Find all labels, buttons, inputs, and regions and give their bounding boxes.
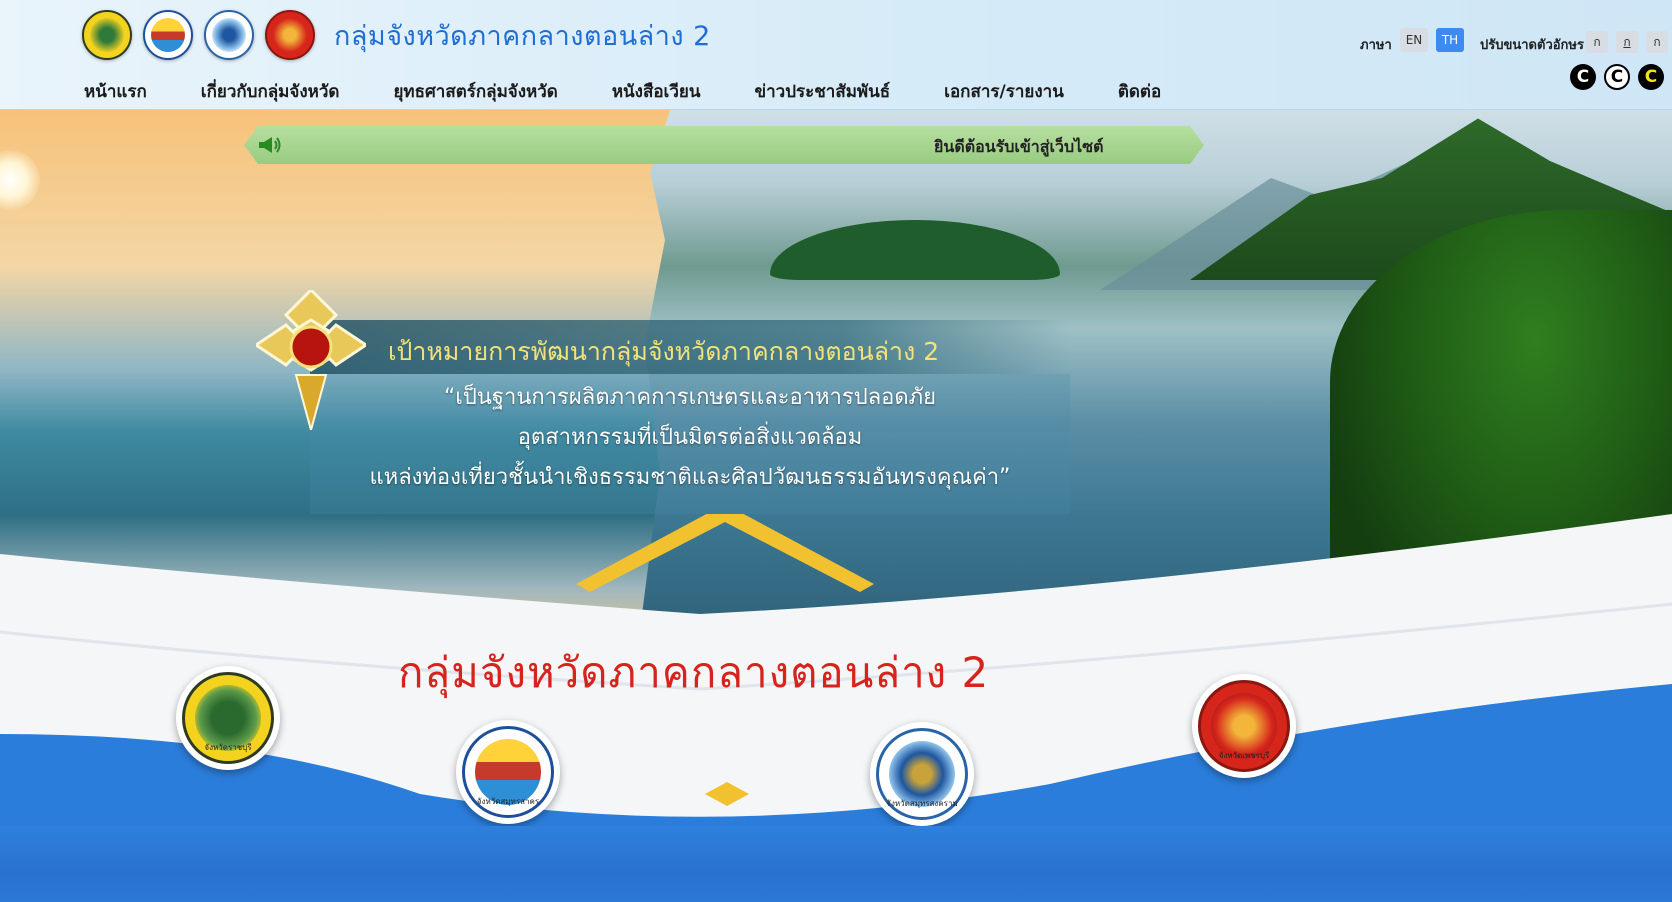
province-caption: จังหวัดเพชรบุรี <box>1218 751 1270 760</box>
vision-statement: “เป็นฐานการผลิตภาคการเกษตรและอาหารปลอดภั… <box>320 378 1060 498</box>
font-size-medium-button[interactable]: ก <box>1616 31 1638 53</box>
main-nav: หน้าแรก เกี่ยวกับกลุ่มจังหวัด ยุทธศาสตร์… <box>84 78 1161 105</box>
nav-item-home[interactable]: หน้าแรก <box>84 78 147 105</box>
province-ratchaburi-link[interactable]: จังหวัดราชบุรี <box>176 666 280 770</box>
lang-th-button[interactable]: TH <box>1436 28 1464 52</box>
phetchaburi-seal-icon <box>265 10 315 60</box>
ticker-text: ยินดีต้อนรับเข้าสู่เว็บไซต์ <box>934 137 1104 156</box>
announcement-ticker[interactable]: ยินดีต้อนรับเข้าสู่เว็บไซต์ <box>244 126 1204 164</box>
nav-item-news[interactable]: ข่าวประชาสัมพันธ์ <box>755 78 891 105</box>
nav-item-contact[interactable]: ติดต่อ <box>1118 78 1161 105</box>
province-caption: จังหวัดราชบุรี <box>204 743 252 752</box>
province-samut-sakhon-link[interactable]: จังหวัดสมุทรสาคร <box>456 720 560 824</box>
ratchaburi-seal-icon <box>82 10 132 60</box>
logo-group[interactable]: กลุ่มจังหวัดภาคกลางตอนล่าง 2 <box>82 9 711 61</box>
font-size-small-button[interactable]: ก <box>1586 31 1608 53</box>
goal-title: เป้าหมายการพัฒนากลุ่มจังหวัดภาคกลางตอนล่… <box>388 337 940 366</box>
nav-item-documents[interactable]: เอกสาร/รายงาน <box>944 78 1064 105</box>
nav-item-strategy[interactable]: ยุทธศาสตร์กลุ่มจังหวัด <box>393 78 557 105</box>
lang-en-button[interactable]: EN <box>1400 28 1428 52</box>
megaphone-icon <box>256 134 282 156</box>
province-phetchaburi-link[interactable]: จังหวัดเพชรบุรี <box>1192 674 1296 778</box>
main-heading: กลุ่มจังหวัดภาคกลางตอนล่าง 2 <box>398 648 990 697</box>
contrast-yellow-button[interactable]: C <box>1638 64 1664 90</box>
samut-sakhon-seal-icon <box>143 10 193 60</box>
vision-line-1: “เป็นฐานการผลิตภาคการเกษตรและอาหารปลอดภั… <box>443 385 937 410</box>
contrast-normal-button[interactable]: C <box>1570 64 1596 90</box>
language-label: ภาษา <box>1360 38 1392 53</box>
province-samut-songkhram-link[interactable]: จังหวัดสมุทรสงคราม <box>870 722 974 826</box>
nav-item-circulars[interactable]: หนังสือเวียน <box>612 78 701 105</box>
site-header: กลุ่มจังหวัดภาคกลางตอนล่าง 2 ภาษา EN TH … <box>0 0 1672 110</box>
hero-banner: ยินดีต้อนรับเข้าสู่เว็บไซต์ เป้าหมายการพ… <box>0 110 1672 830</box>
vision-line-3: แหล่งท่องเที่ยวชั้นนำเชิงธรรมชาติและศิลป… <box>369 465 1011 490</box>
province-caption: จังหวัดสมุทรสาคร <box>476 797 540 806</box>
bottom-band <box>0 826 1672 902</box>
font-size-label: ปรับขนาดตัวอักษร <box>1480 38 1584 53</box>
font-size-large-button[interactable]: ก <box>1646 31 1668 53</box>
site-title[interactable]: กลุ่มจังหวัดภาคกลางตอนล่าง 2 <box>334 14 711 57</box>
province-caption: จังหวัดสมุทรสงคราม <box>886 799 958 808</box>
vision-line-2: อุตสาหกรรมที่เป็นมิตรต่อสิ่งแวดล้อม <box>517 425 863 450</box>
contrast-white-button[interactable]: C <box>1604 64 1630 90</box>
nav-item-about[interactable]: เกี่ยวกับกลุ่มจังหวัด <box>201 78 340 105</box>
samut-songkhram-seal-icon <box>204 10 254 60</box>
